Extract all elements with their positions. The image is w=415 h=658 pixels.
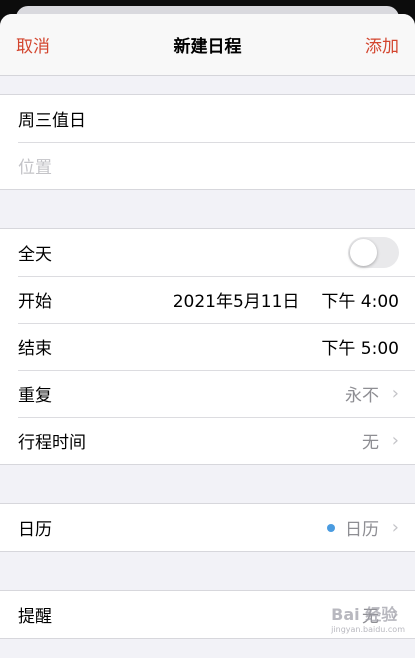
toggle-knob: [350, 239, 377, 266]
end-row[interactable]: 结束 下午 5:00: [0, 323, 415, 370]
calendar-label: 日历: [18, 520, 52, 540]
title-value: 周三值日: [18, 111, 86, 131]
new-event-sheet: 取消 新建日程 添加 周三值日 位置 全天 开始 2021年5月11日 下午 4…: [0, 14, 415, 658]
calendar-color-dot: [327, 523, 335, 532]
location-placeholder: 位置: [18, 158, 52, 178]
add-button[interactable]: 添加: [365, 32, 399, 57]
start-date[interactable]: 2021年5月11日: [173, 287, 300, 312]
chevron-right-icon: ›: [391, 517, 399, 538]
watermark-logo: Bai 经验 jingyan.baidu.com: [331, 601, 405, 634]
calendar-row[interactable]: 日历 日历 ›: [0, 504, 415, 551]
allday-label: 全天: [18, 245, 52, 265]
nav-bar: 取消 新建日程 添加: [0, 14, 415, 76]
allday-toggle[interactable]: [348, 237, 399, 268]
travel-time-row[interactable]: 行程时间 无 ›: [0, 417, 415, 464]
allday-row: 全天: [0, 229, 415, 276]
chevron-right-icon: ›: [391, 430, 399, 451]
calendar-group: 日历 日历 ›: [0, 503, 415, 552]
chevron-right-icon: ›: [391, 383, 399, 404]
repeat-label: 重复: [18, 386, 52, 406]
cancel-button[interactable]: 取消: [16, 32, 50, 57]
alert-label: 提醒: [18, 607, 52, 627]
watermark-text: Bai 经验: [331, 605, 398, 624]
travel-time-value: 无: [362, 433, 379, 453]
end-label: 结束: [18, 339, 52, 359]
start-row[interactable]: 开始 2021年5月11日 下午 4:00: [0, 276, 415, 323]
end-time[interactable]: 下午 5:00: [321, 334, 399, 359]
page-title: 新建日程: [173, 37, 242, 57]
repeat-value: 永不: [345, 386, 379, 406]
start-time[interactable]: 下午 4:00: [321, 287, 399, 312]
repeat-row[interactable]: 重复 永不 ›: [0, 370, 415, 417]
watermark-subtext: jingyan.baidu.com: [331, 625, 405, 634]
title-field[interactable]: 周三值日: [0, 95, 415, 142]
start-label: 开始: [18, 292, 52, 312]
location-field[interactable]: 位置: [0, 142, 415, 189]
title-location-group: 周三值日 位置: [0, 94, 415, 190]
calendar-value: 日历: [345, 520, 379, 540]
timing-group: 全天 开始 2021年5月11日 下午 4:00 结束 下午 5:00 重复 永…: [0, 228, 415, 465]
travel-time-label: 行程时间: [18, 433, 86, 453]
